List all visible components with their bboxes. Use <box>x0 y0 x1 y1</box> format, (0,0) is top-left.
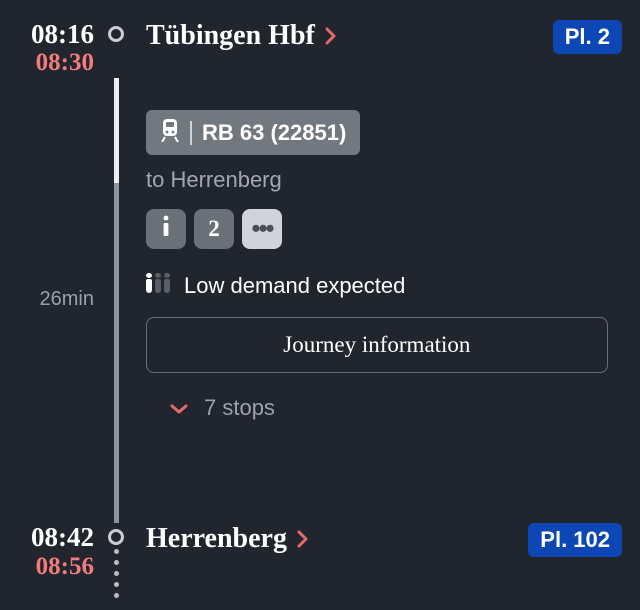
class-label: 2 <box>208 216 220 242</box>
chevron-right-icon <box>297 530 309 548</box>
stops-label: 7 stops <box>204 395 275 421</box>
more-chip[interactable]: ••• <box>242 209 282 249</box>
chevron-down-icon <box>170 395 188 421</box>
departure-station-name: Tübingen Hbf <box>146 20 315 52</box>
timeline-track-arrival <box>98 523 134 598</box>
stops-toggle[interactable]: 7 stops <box>170 395 622 421</box>
departure-station-link[interactable]: Tübingen Hbf <box>146 20 543 52</box>
info-icon <box>159 214 173 244</box>
departure-body: Tübingen Hbf <box>134 20 543 52</box>
timeline-continuation <box>114 545 119 598</box>
demand-icon <box>146 279 170 293</box>
journey-information-button[interactable]: Journey information <box>146 317 608 373</box>
chevron-right-icon <box>325 27 337 45</box>
destination-name: Herrenberg <box>170 167 281 192</box>
demand-label: Low demand expected <box>184 273 405 299</box>
departure-scheduled-time: 08:16 <box>18 20 94 48</box>
segment-track <box>98 78 134 523</box>
timeline-track <box>98 20 134 42</box>
arrival-platform: Pl. 102 <box>518 523 622 557</box>
arrival-body: Herrenberg <box>134 523 518 555</box>
pill-divider <box>190 121 192 145</box>
segment-duration: 26min <box>40 288 94 311</box>
departure-times: 08:16 08:30 <box>18 20 98 78</box>
platform-badge: Pl. 2 <box>553 20 622 54</box>
segment-time-col: 26min <box>18 78 98 523</box>
departure-realtime-time: 08:30 <box>18 48 94 78</box>
train-line-label: RB 63 (22851) <box>202 120 346 146</box>
arrival-station-link[interactable]: Herrenberg <box>146 523 518 555</box>
platform-badge: Pl. 102 <box>528 523 622 557</box>
departure-platform: Pl. 2 <box>543 20 622 54</box>
arrival-station-name: Herrenberg <box>146 523 287 555</box>
arrival-realtime-time: 08:56 <box>18 552 94 582</box>
train-icon <box>160 118 180 147</box>
train-line-pill[interactable]: RB 63 (22851) <box>146 110 360 155</box>
class-chip[interactable]: 2 <box>194 209 234 249</box>
demand-row: Low demand expected <box>146 273 622 299</box>
arrival-row: 08:42 08:56 Herrenberg Pl. 102 <box>18 523 622 598</box>
info-chips: 2 ••• <box>146 209 622 249</box>
arrival-times: 08:42 08:56 <box>18 523 98 581</box>
train-destination: to Herrenberg <box>146 167 622 193</box>
departure-row: 08:16 08:30 Tübingen Hbf Pl. 2 <box>18 20 622 78</box>
arrival-scheduled-time: 08:42 <box>18 523 94 551</box>
info-chip[interactable] <box>146 209 186 249</box>
arrival-node-icon <box>108 529 124 545</box>
destination-prefix: to <box>146 167 170 192</box>
departure-node-icon <box>108 26 124 42</box>
segment: 26min RB 63 (22851) to Herrenberg <box>18 78 622 523</box>
